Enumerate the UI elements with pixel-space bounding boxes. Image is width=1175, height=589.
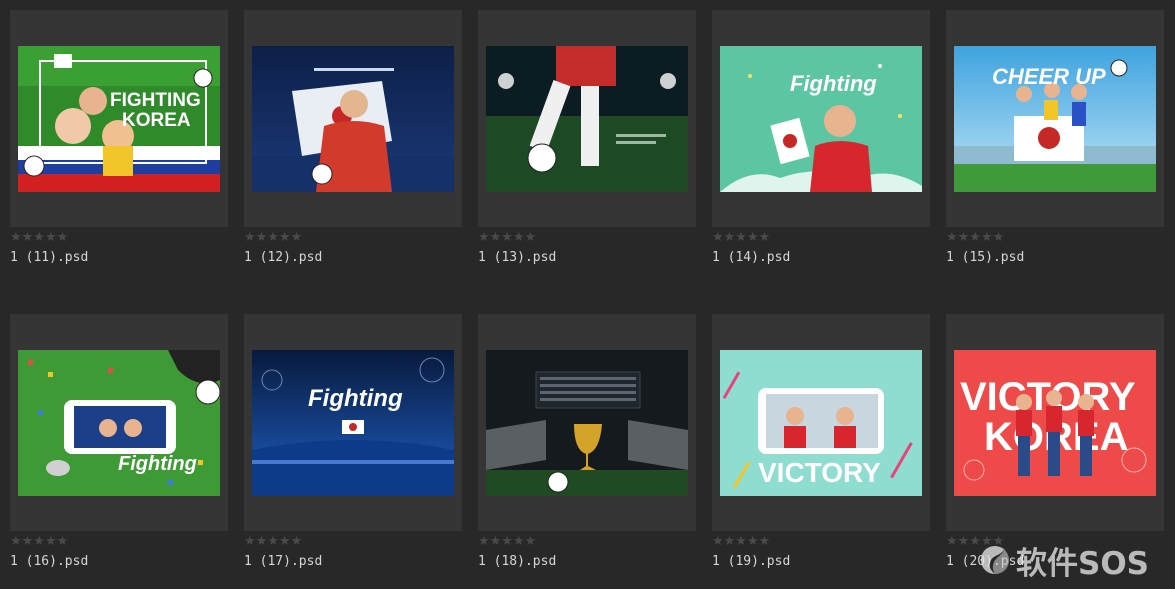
thumbnail-image[interactable]: Fighting	[18, 350, 220, 496]
file-name[interactable]: 1 (12).psd	[244, 250, 322, 266]
thumbnail-frame[interactable]: VICTORY KOREA	[946, 314, 1164, 531]
file-name[interactable]: 1 (15).psd	[946, 250, 1024, 266]
rating-stars[interactable]: ★★★★★	[712, 231, 770, 245]
watermark-logo-icon	[981, 546, 1009, 574]
thumbnail-image[interactable]	[486, 350, 688, 496]
thumbnail-frame[interactable]	[478, 314, 696, 531]
rating-stars[interactable]: ★★★★★	[10, 231, 68, 245]
rating-stars[interactable]: ★★★★★	[946, 231, 1004, 245]
file-item[interactable]: CHEER UP ★★★★★ 1 (15).psd	[936, 0, 1164, 290]
file-item[interactable]: Fighting ★★★★★ 1 (14).psd	[702, 0, 930, 290]
file-item[interactable]: ★★★★★ 1 (12).psd	[234, 0, 462, 290]
thumbnail-image[interactable]	[486, 46, 688, 192]
file-grid: FIGHTING KOREA ★★★★★ 1 (11).psd ★★★★★ 1 …	[0, 0, 1175, 589]
thumbnail-frame[interactable]: VICTORY	[712, 314, 930, 531]
file-item[interactable]: ★★★★★ 1 (13).psd	[468, 0, 696, 290]
thumbnail-frame[interactable]	[244, 10, 462, 227]
rating-stars[interactable]: ★★★★★	[712, 535, 770, 549]
thumbnail-image[interactable]: Fighting	[720, 46, 922, 192]
watermark: 软件SOS	[978, 540, 1150, 582]
rating-stars[interactable]: ★★★★★	[244, 231, 302, 245]
thumbnail-script: Fighting	[308, 385, 403, 412]
file-name[interactable]: 1 (16).psd	[10, 554, 88, 570]
file-item[interactable]: Fighting ★★★★★ 1 (17).psd	[234, 304, 462, 589]
file-name[interactable]: 1 (18).psd	[478, 554, 556, 570]
thumbnail-image[interactable]: Fighting	[252, 350, 454, 496]
thumbnail-frame[interactable]: Fighting	[712, 10, 930, 227]
file-name[interactable]: 1 (11).psd	[10, 250, 88, 266]
thumbnail-script: Fighting	[790, 71, 877, 96]
thumbnail-frame[interactable]: FIGHTING KOREA	[10, 10, 228, 227]
file-item[interactable]: FIGHTING KOREA ★★★★★ 1 (11).psd	[0, 0, 228, 290]
thumbnail-headline: VICTORY	[758, 457, 881, 488]
watermark-text: 软件SOS	[1016, 545, 1150, 582]
thumbnail-frame[interactable]: Fighting	[244, 314, 462, 531]
rating-stars[interactable]: ★★★★★	[244, 535, 302, 549]
file-name[interactable]: 1 (13).psd	[478, 250, 556, 266]
file-item[interactable]: ★★★★★ 1 (18).psd	[468, 304, 696, 589]
file-name[interactable]: 1 (14).psd	[712, 250, 790, 266]
thumbnail-frame[interactable]: Fighting	[10, 314, 228, 531]
thumbnail-image[interactable]: VICTORY KOREA	[954, 350, 1156, 496]
thumbnail-frame[interactable]: CHEER UP	[946, 10, 1164, 227]
thumbnail-frame[interactable]	[478, 10, 696, 227]
file-name[interactable]: 1 (19).psd	[712, 554, 790, 570]
thumbnail-script: Fighting	[118, 453, 197, 475]
thumbnail-image[interactable]: CHEER UP	[954, 46, 1156, 192]
thumbnail-headline: FIGHTING	[110, 90, 201, 111]
rating-stars[interactable]: ★★★★★	[10, 535, 68, 549]
thumbnail-headline-2: KOREA	[122, 110, 191, 131]
file-item[interactable]: VICTORY ★★★★★ 1 (19).psd	[702, 304, 930, 589]
thumbnail-image[interactable]: FIGHTING KOREA	[18, 46, 220, 192]
rating-stars[interactable]: ★★★★★	[478, 535, 536, 549]
file-item[interactable]: Fighting ★★★★★ 1 (16).psd	[0, 304, 228, 589]
thumbnail-image[interactable]	[252, 46, 454, 192]
thumbnail-image[interactable]: VICTORY	[720, 350, 922, 496]
rating-stars[interactable]: ★★★★★	[478, 231, 536, 245]
thumbnail-headline: CHEER UP	[992, 64, 1106, 89]
file-name[interactable]: 1 (17).psd	[244, 554, 322, 570]
